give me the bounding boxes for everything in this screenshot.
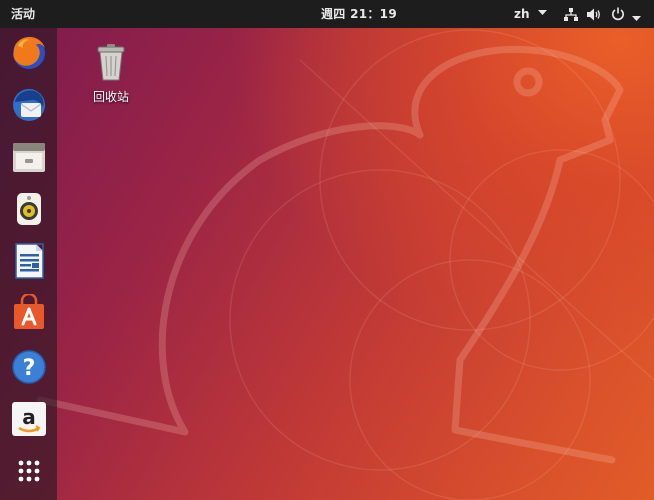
rhythmbox-icon	[17, 193, 41, 225]
amazon-icon: a	[12, 402, 46, 436]
top-bar: 活动 週四 21：19 zh	[0, 0, 654, 28]
help-icon: ?	[12, 350, 46, 384]
svg-text:a: a	[22, 405, 36, 429]
language-label: zh	[514, 7, 530, 21]
trash-icon	[97, 44, 125, 81]
software-center-icon	[14, 294, 44, 329]
system-menu-chevron-icon[interactable]	[632, 11, 641, 25]
files-icon	[13, 143, 45, 172]
dock-item-files[interactable]	[10, 138, 48, 176]
show-applications-button[interactable]	[10, 452, 48, 490]
volume-icon[interactable]	[587, 8, 602, 24]
language-indicator[interactable]: zh	[514, 0, 547, 28]
show-applications-icon	[18, 460, 40, 482]
thunderbird-icon	[13, 89, 45, 121]
trash-label: 回收站	[92, 90, 129, 104]
activities-button[interactable]: 活动	[11, 0, 35, 28]
libreoffice-writer-icon	[15, 243, 44, 279]
dock-item-software[interactable]	[10, 294, 48, 332]
firefox-icon	[13, 37, 45, 69]
network-icon[interactable]	[564, 8, 578, 24]
desktop-icon-trash[interactable]: 回收站	[86, 42, 136, 106]
svg-text:?: ?	[23, 356, 36, 381]
dock-item-rhythmbox[interactable]	[10, 190, 48, 228]
power-icon[interactable]	[611, 7, 625, 24]
dock-item-help[interactable]: ?	[10, 348, 48, 386]
clock-button[interactable]: 週四 21：19	[321, 0, 397, 28]
dock: ? a	[0, 28, 57, 500]
dock-item-libreoffice-writer[interactable]	[10, 242, 48, 280]
dock-item-thunderbird[interactable]	[10, 86, 48, 124]
dock-item-firefox[interactable]	[10, 34, 48, 72]
dock-item-amazon[interactable]: a	[10, 400, 48, 438]
chevron-down-icon	[537, 10, 547, 15]
desktop-screen: 活动 週四 21：19 zh ? a 回收站	[0, 0, 654, 500]
